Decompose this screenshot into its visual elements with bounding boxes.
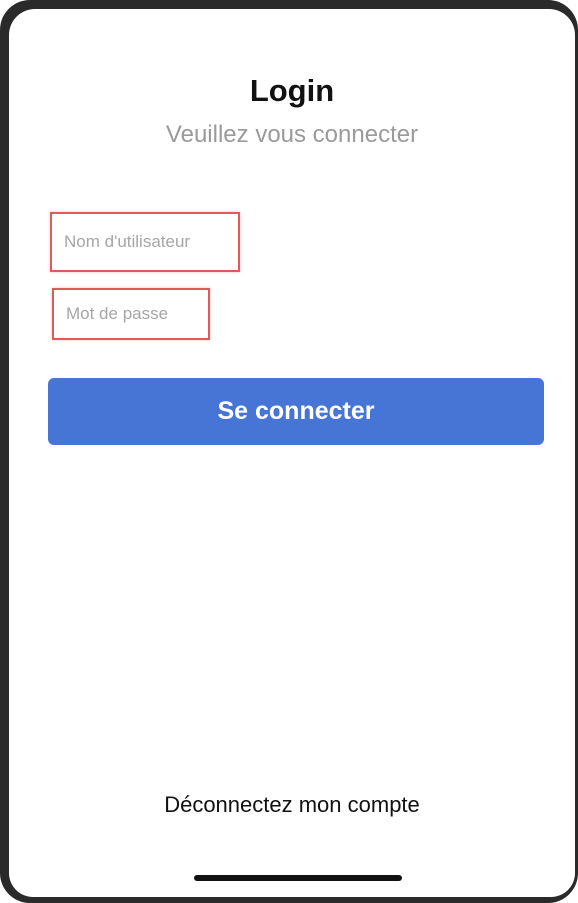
page-subtitle: Veuillez vous connecter xyxy=(165,121,419,148)
login-button[interactable]: Se connecter xyxy=(48,378,544,445)
logout-link[interactable]: Déconnectez mon compte xyxy=(9,792,575,818)
username-input[interactable] xyxy=(52,214,238,270)
password-field-box xyxy=(52,288,210,340)
login-screen: Login Veuillez vous connecter Se connect… xyxy=(9,9,575,897)
device-frame: Login Veuillez vous connecter Se connect… xyxy=(0,0,578,903)
password-input[interactable] xyxy=(54,290,208,338)
username-field-box xyxy=(50,212,240,272)
home-indicator xyxy=(194,875,402,881)
page-title: Login xyxy=(249,73,335,108)
